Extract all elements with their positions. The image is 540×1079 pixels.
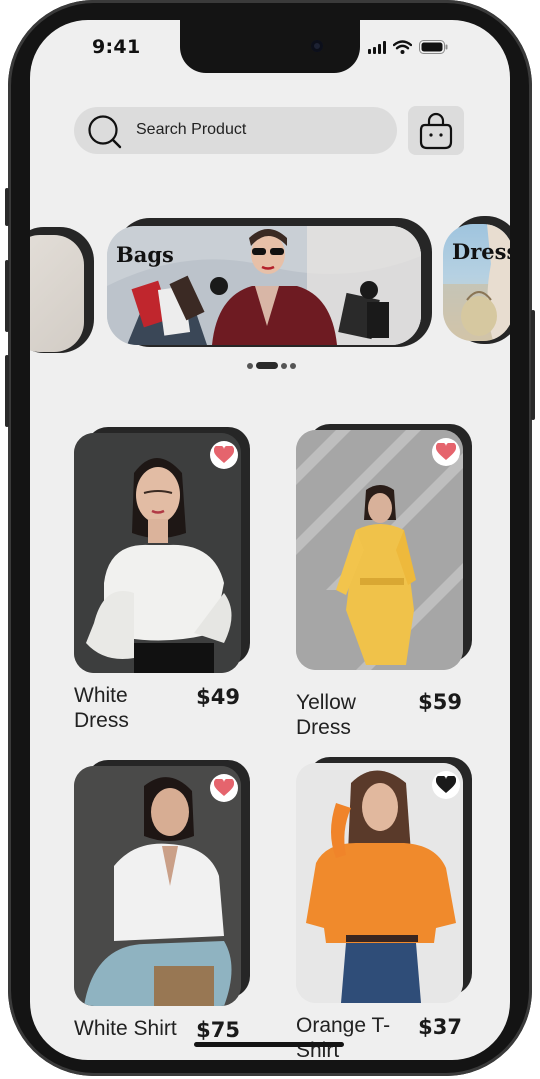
volume-up-button	[5, 260, 9, 332]
wifi-icon	[393, 40, 412, 54]
shopping-bag-icon	[419, 112, 453, 149]
product-image	[74, 433, 241, 673]
product-price: $75	[196, 1018, 240, 1042]
product-name: Orange T-Shirt	[296, 1014, 391, 1060]
product-image	[296, 430, 463, 670]
heart-icon	[214, 779, 234, 796]
favorite-button[interactable]	[210, 441, 238, 469]
product-image	[296, 763, 463, 1003]
heart-icon	[214, 446, 234, 463]
cellular-signal-icon	[368, 40, 386, 54]
search-icon	[88, 115, 122, 149]
favorite-button[interactable]	[432, 438, 460, 466]
status-time: 9:41	[92, 36, 141, 58]
product-image	[74, 766, 241, 1006]
front-camera	[311, 40, 323, 52]
home-indicator[interactable]	[194, 1042, 344, 1047]
white-dress-photo	[74, 433, 241, 673]
product-name: White Shirt	[74, 1017, 177, 1040]
product-price: $49	[196, 685, 240, 709]
heart-icon	[436, 443, 456, 460]
search-input[interactable]: Search Product	[74, 107, 397, 154]
pagination-dot[interactable]	[247, 362, 253, 369]
search-placeholder: Search Product	[136, 121, 247, 138]
product-name: White Dress	[74, 684, 129, 732]
product-name: Yellow Dress	[296, 691, 356, 739]
heart-icon	[436, 776, 456, 793]
yellow-dress-photo	[296, 430, 463, 670]
category-card-bags[interactable]: Bags	[107, 226, 421, 345]
volume-down-button	[5, 355, 9, 427]
orange-tshirt-photo	[296, 763, 463, 1003]
mute-switch	[5, 188, 9, 226]
white-shirt-photo	[74, 766, 241, 1006]
pagination-dot[interactable]	[281, 362, 287, 369]
cart-button[interactable]	[408, 106, 464, 155]
pagination-dot-active[interactable]	[256, 362, 278, 369]
product-price: $37	[418, 1015, 462, 1039]
carousel-pagination	[247, 362, 296, 369]
battery-icon	[419, 40, 448, 54]
status-icons	[368, 40, 448, 54]
power-button	[531, 310, 535, 420]
favorite-button[interactable]	[432, 771, 460, 799]
product-price: $59	[418, 690, 462, 714]
favorite-button[interactable]	[210, 774, 238, 802]
notch	[180, 20, 360, 73]
category-label-dress: Dress	[452, 239, 510, 264]
app-screen: 9:41 Search Product Bags Dres White Dres…	[30, 20, 510, 1060]
category-card[interactable]	[30, 235, 84, 352]
category-card-dress[interactable]: Dress	[443, 224, 510, 341]
pagination-dot[interactable]	[290, 362, 296, 369]
category-label-bags: Bags	[116, 242, 174, 267]
